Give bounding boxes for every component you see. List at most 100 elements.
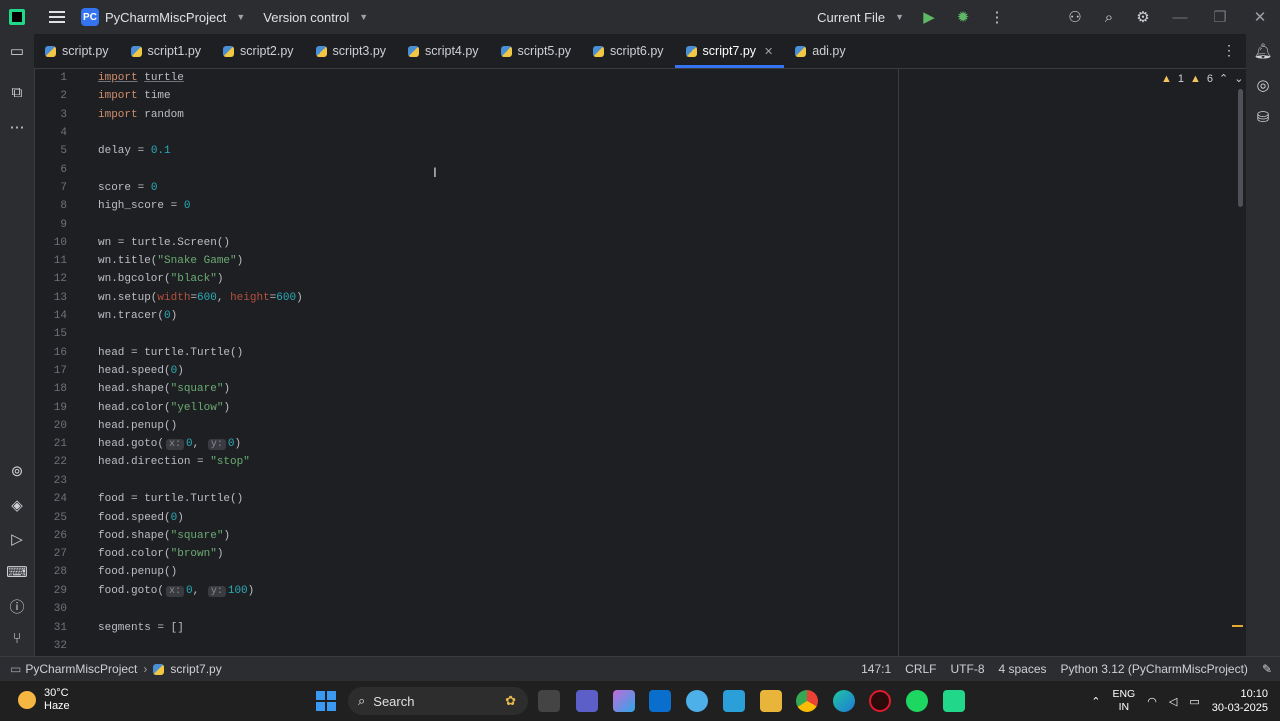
teams-icon[interactable] — [576, 690, 598, 712]
code-line: food.speed(0) — [98, 512, 184, 524]
chrome-icon[interactable] — [796, 690, 818, 712]
text-cursor-icon: I — [433, 164, 437, 180]
project-icon: ▭ — [10, 662, 22, 676]
skype-icon[interactable] — [686, 690, 708, 712]
python-file-icon — [223, 45, 235, 57]
next-highlight-icon[interactable]: ⌄ — [1234, 72, 1243, 85]
structure-icon[interactable]: ⧉ — [0, 84, 34, 101]
line-number: 9 — [60, 219, 67, 231]
tab-script7[interactable]: script7.py ✕ — [674, 34, 785, 68]
wifi-icon[interactable]: ◠ — [1147, 695, 1157, 708]
notifications-icon[interactable]: 🔔︎ — [1246, 42, 1280, 60]
debug-icon[interactable]: ✹ — [946, 8, 980, 26]
previous-highlight-icon[interactable]: ⌃ — [1219, 72, 1228, 85]
project-selector[interactable]: PyCharmMiscProject ▼ — [105, 10, 245, 25]
copilot-icon[interactable] — [613, 690, 635, 712]
line-number: 24 — [53, 493, 67, 505]
close-tab-icon[interactable]: ✕ — [764, 45, 773, 58]
show-hidden-icons-icon[interactable]: ⌃ — [1091, 695, 1100, 708]
vertical-scrollbar[interactable] — [1238, 89, 1243, 207]
breadcrumb-project[interactable]: PyCharmMiscProject — [25, 662, 137, 676]
python-file-icon — [315, 45, 327, 57]
more-tools-icon[interactable]: ⋯ — [0, 118, 34, 136]
problems-icon[interactable]: ⓘ — [0, 596, 34, 617]
code-line: head.penup() — [98, 420, 178, 432]
windows-taskbar: 30°C Haze ⌕ Search ✿ ⌃ ENG IN ◠ ◁ ▭ 10:1… — [0, 680, 1280, 721]
system-tray: ⌃ ENG IN ◠ ◁ ▭ 10:10 30-03-2025 — [1091, 681, 1280, 721]
taskbar-search[interactable]: ⌕ Search ✿ — [348, 687, 528, 715]
file-encoding[interactable]: UTF-8 — [951, 662, 985, 676]
project-folder-icon[interactable]: ▭ — [0, 42, 34, 60]
pycharm-taskbar-icon[interactable] — [943, 690, 965, 712]
file-explorer-icon[interactable] — [760, 690, 782, 712]
clock[interactable]: 10:10 30-03-2025 — [1212, 687, 1268, 715]
code-line: food.shape("square") — [98, 530, 231, 542]
git-icon[interactable]: ⑂ — [0, 630, 34, 647]
chevron-down-icon: ▼ — [236, 12, 246, 22]
warning-count: 1 — [1177, 72, 1185, 85]
status-bar: ▭ PyCharmMiscProject › script7.py 147:1 … — [0, 656, 1280, 681]
warning-stripe-marker[interactable] — [1232, 625, 1243, 627]
store-icon[interactable] — [649, 690, 671, 712]
tab-script[interactable]: script.py — [34, 34, 120, 68]
main-menu-icon[interactable] — [49, 11, 65, 23]
tab-script6[interactable]: script6.py — [582, 34, 675, 68]
layers-icon[interactable]: ◈ — [0, 496, 34, 514]
read-only-toggle-icon[interactable]: ✎ — [1262, 662, 1272, 676]
pycharm-logo-icon[interactable] — [9, 9, 25, 25]
services-icon[interactable]: ▷ — [0, 530, 34, 548]
tab-label: script1.py — [147, 44, 202, 58]
project-badge: PC — [81, 8, 99, 26]
line-number: 4 — [60, 127, 67, 139]
ai-assistant-icon[interactable]: ◎ — [1246, 76, 1280, 94]
python-file-icon — [130, 45, 142, 57]
database-icon[interactable]: ⛁ — [1246, 108, 1280, 126]
battery-icon[interactable]: ▭ — [1189, 695, 1199, 708]
more-actions-icon[interactable]: ⋮ — [980, 8, 1014, 26]
python-file-icon — [593, 45, 605, 57]
code-editor[interactable]: ▲ 1 ▲ 6 ⌃ ⌄ I 1 2 3 4 5 6 7 8 9 10 11 12 13 14 15 16 17 18 1… — [35, 69, 1246, 656]
maximize-icon[interactable]: ❐ — [1200, 8, 1240, 26]
minimize-icon[interactable]: — — [1160, 9, 1200, 26]
weather-sun-icon — [18, 691, 36, 709]
line-separator[interactable]: CRLF — [905, 662, 936, 676]
line-number: 20 — [53, 420, 67, 432]
tab-adi[interactable]: adi.py — [784, 34, 856, 68]
tab-script4[interactable]: script4.py — [397, 34, 490, 68]
tab-script2[interactable]: script2.py — [212, 34, 305, 68]
indent-setting[interactable]: 4 spaces — [999, 662, 1047, 676]
mail-app-icon[interactable] — [723, 690, 745, 712]
spotify-icon[interactable] — [906, 690, 928, 712]
edge-icon[interactable] — [833, 690, 855, 712]
settings-icon[interactable]: ⚙ — [1126, 8, 1160, 26]
add-user-icon[interactable]: ⚇ — [1058, 8, 1092, 26]
search-highlight-icon: ✿ — [505, 693, 516, 708]
terminal-icon[interactable]: ⌨ — [0, 563, 34, 581]
task-view-icon[interactable] — [538, 690, 560, 712]
start-button[interactable] — [316, 691, 336, 711]
breadcrumb-file[interactable]: script7.py — [170, 662, 221, 676]
volume-icon[interactable]: ◁ — [1169, 695, 1177, 708]
inspection-widget[interactable]: ▲ 1 ▲ 6 ⌃ ⌄ — [1161, 72, 1243, 86]
editor-tab-bar: script.py script1.py script2.py script3.… — [34, 34, 1246, 69]
interpreter-selector[interactable]: Python 3.12 (PyCharmMiscProject) — [1061, 662, 1248, 676]
run-configuration-selector[interactable]: Current File ▼ — [817, 10, 904, 25]
tab-script5[interactable]: script5.py — [490, 34, 583, 68]
run-icon[interactable]: ▶ — [912, 8, 946, 26]
line-number: 18 — [53, 383, 67, 395]
weather-widget[interactable]: 30°C Haze — [18, 687, 70, 713]
input-language[interactable]: ENG IN — [1112, 688, 1135, 714]
python-file-icon — [153, 663, 165, 675]
python-packages-icon[interactable]: ⊚ — [0, 462, 34, 480]
tab-script3[interactable]: script3.py — [305, 34, 398, 68]
version-control-menu[interactable]: Version control ▼ — [263, 10, 368, 25]
code-line: wn.title("Snake Game") — [98, 255, 244, 267]
close-icon[interactable]: ✕ — [1240, 8, 1280, 26]
python-file-icon — [685, 45, 697, 57]
line-number: 1 — [60, 72, 67, 84]
tab-script1[interactable]: script1.py — [120, 34, 213, 68]
caret-position[interactable]: 147:1 — [861, 662, 891, 676]
opera-icon[interactable] — [869, 690, 891, 712]
search-icon[interactable]: ⌕ — [1092, 9, 1126, 26]
tab-options-icon[interactable]: ⋮ — [1222, 42, 1236, 59]
